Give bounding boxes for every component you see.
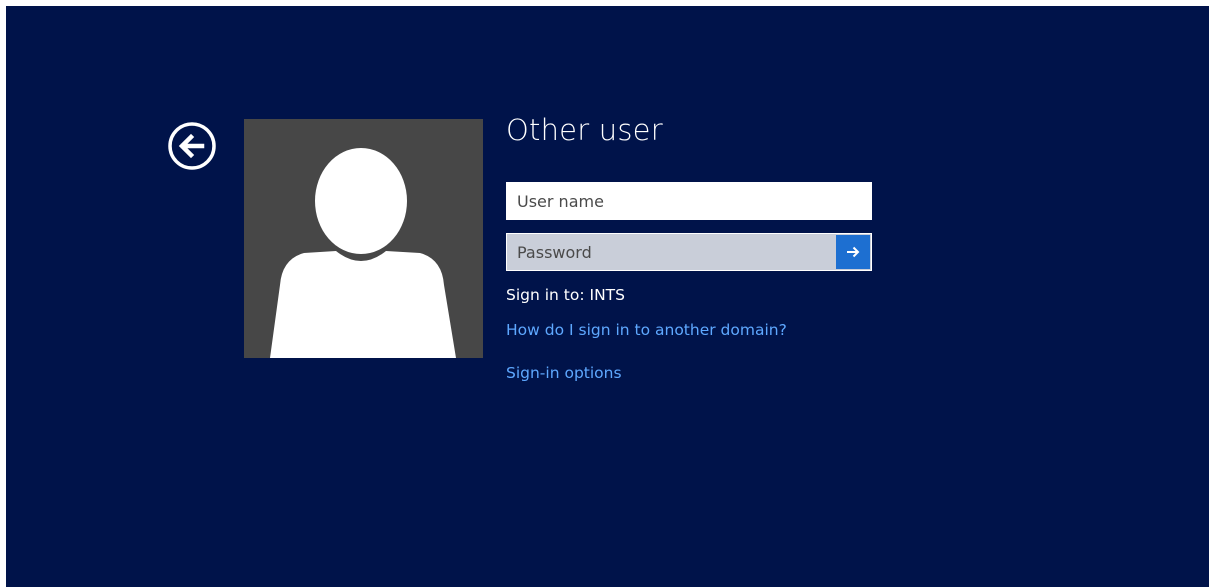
sign-in-domain-label: Sign in to: INTS	[506, 286, 625, 304]
username-field-container	[506, 182, 872, 220]
password-input[interactable]	[507, 234, 871, 270]
sign-in-options-link[interactable]: Sign-in options	[506, 364, 622, 382]
page-title: Other user	[506, 113, 663, 147]
user-avatar	[244, 119, 483, 358]
back-arrow-circle-icon	[168, 122, 216, 170]
submit-button[interactable]	[836, 235, 870, 269]
password-field-container	[506, 233, 872, 271]
user-silhouette-icon	[270, 148, 456, 358]
arrow-right-icon	[847, 246, 860, 258]
other-domain-link[interactable]: How do I sign in to another domain?	[506, 321, 787, 339]
lock-screen: Other user Sign in to: INTS How do I sig…	[6, 6, 1209, 587]
username-input[interactable]	[507, 183, 871, 219]
back-button[interactable]	[166, 120, 218, 172]
